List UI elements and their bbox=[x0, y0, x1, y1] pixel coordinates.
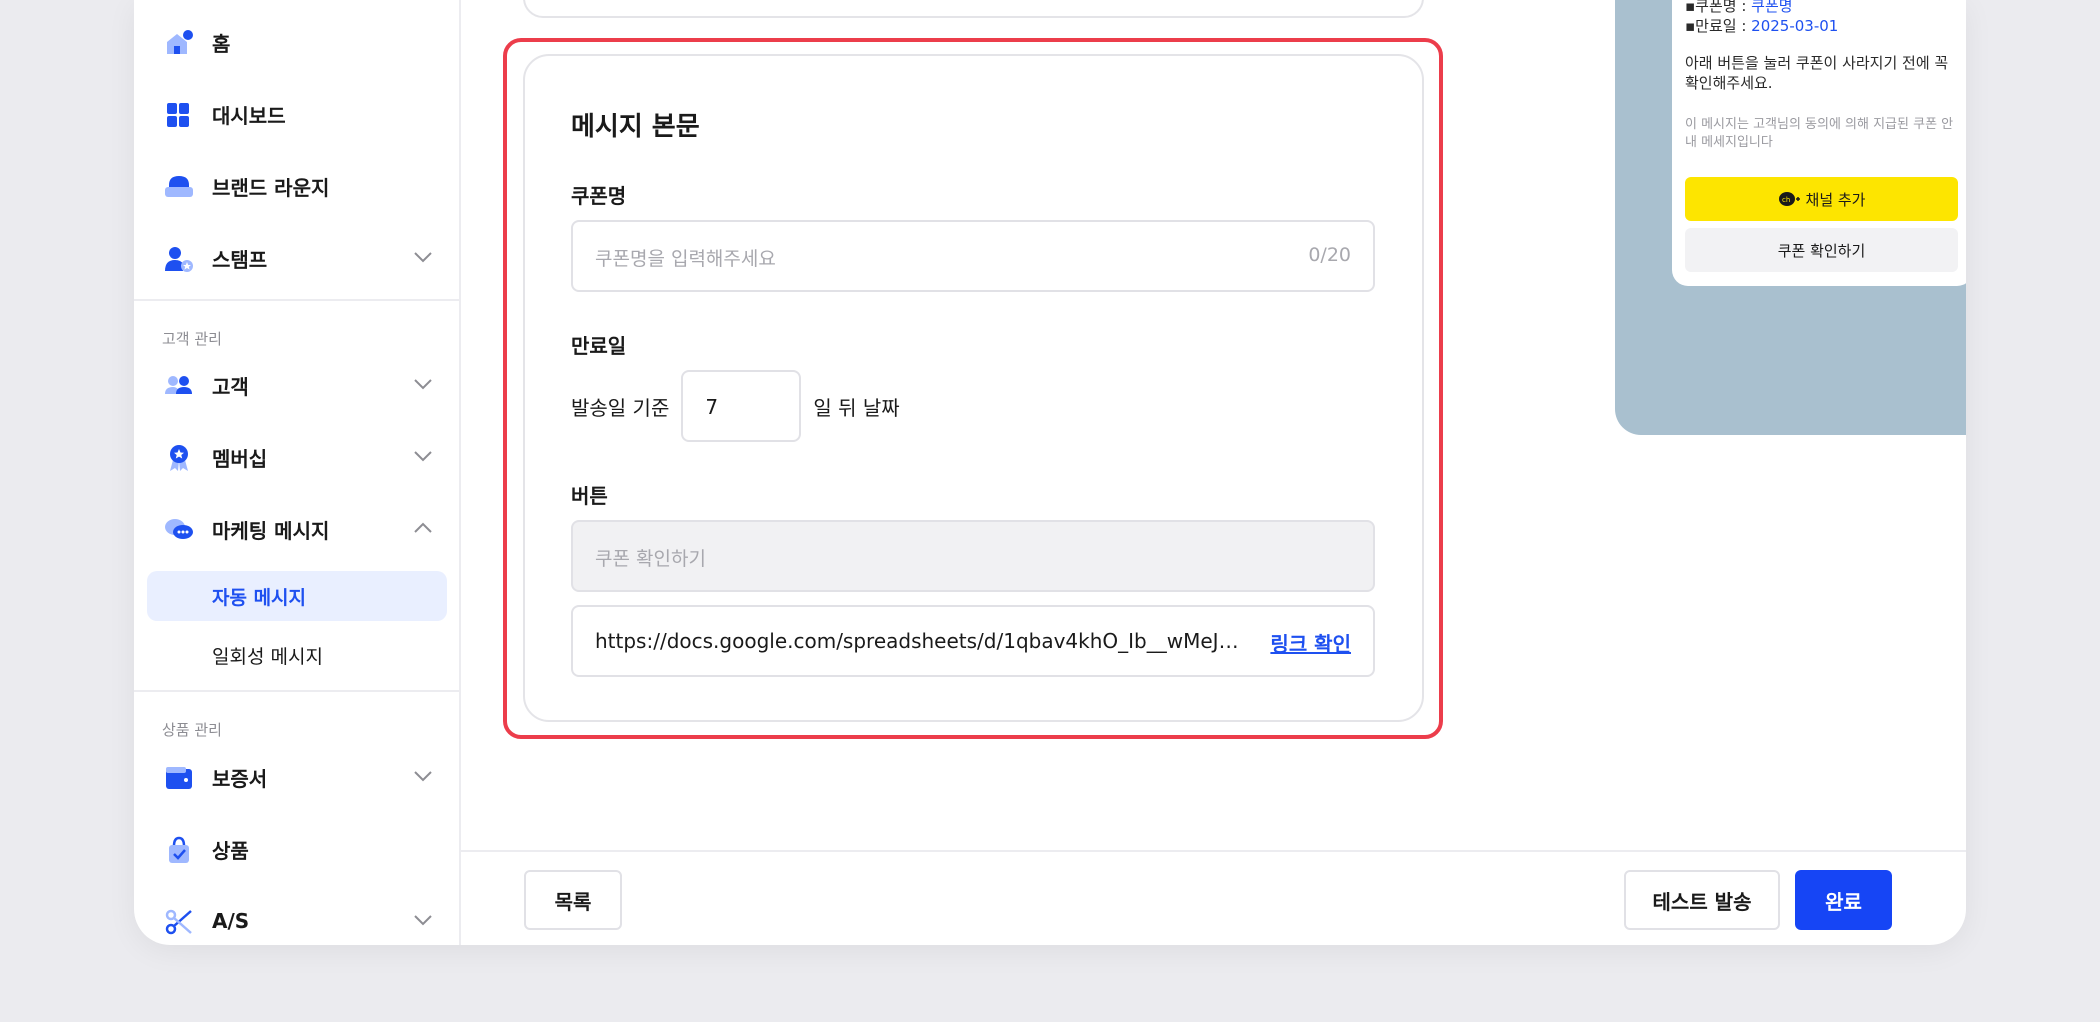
preview-expiry-label: ▪만료일 : bbox=[1685, 17, 1752, 35]
preview-check-coupon-button[interactable]: 쿠폰 확인하기 bbox=[1685, 228, 1958, 272]
coupon-name-placeholder: 쿠폰명을 입력해주세요 bbox=[595, 248, 776, 270]
shopping-bag-icon bbox=[169, 836, 189, 863]
preview-expiry-value: 2025-03-01 bbox=[1751, 17, 1839, 35]
home-icon bbox=[167, 30, 193, 54]
dashboard-icon bbox=[167, 103, 189, 127]
footer-bar: 목록 테스트 발송 완료 bbox=[461, 850, 1966, 945]
expiry-days-input[interactable]: 7 bbox=[681, 370, 802, 442]
button-text-placeholder: 쿠폰 확인하기 bbox=[595, 548, 706, 570]
expiry-prefix: 발송일 기준 bbox=[571, 395, 670, 420]
users-icon bbox=[165, 376, 192, 394]
link-check-button[interactable]: 링크 확인 bbox=[1270, 628, 1351, 657]
sidebar-item-label: 멤버십 bbox=[212, 446, 268, 471]
section-title-product: 상품 관리 bbox=[162, 721, 222, 739]
sidebar-item-membership[interactable]: 멤버십 bbox=[148, 432, 448, 482]
message-preview: ▪쿠폰명 : 쿠폰명 ▪만료일 : 2025-03-01 아래 버튼을 눌러 쿠… bbox=[1615, 0, 1966, 435]
add-channel-label: 채널 추가 bbox=[1805, 190, 1866, 209]
kakao-channel-icon: ch bbox=[1778, 192, 1800, 206]
sidebar-item-stamp[interactable]: 스탬프 bbox=[148, 233, 448, 283]
preview-body-text: 아래 버튼을 눌러 쿠폰이 사라지기 전에 꼭 확인해주세요. bbox=[1685, 54, 1949, 92]
sidebar-item-label: 브랜드 라운지 bbox=[212, 175, 330, 200]
character-counter: 0/20 bbox=[1308, 244, 1351, 266]
sofa-icon bbox=[165, 176, 193, 197]
chevron-down-icon bbox=[414, 379, 432, 390]
sidebar-item-label: 마케팅 메시지 bbox=[212, 518, 330, 543]
app-window: 홈 대시보드 브랜드 라운지 스탬프 고객 관리 고객 멤버십 마케팅 메시지 … bbox=[134, 0, 1966, 945]
chat-bubbles-icon bbox=[165, 519, 193, 539]
svg-text:ch: ch bbox=[1782, 196, 1790, 204]
sidebar-item-home[interactable]: 홈 bbox=[148, 17, 448, 67]
chevron-up-icon bbox=[414, 522, 432, 533]
sidebar-item-label: 스탬프 bbox=[212, 247, 268, 272]
section-title-customer: 고객 관리 bbox=[162, 330, 222, 348]
button-url-input[interactable]: https://docs.google.com/spreadsheets/d/1… bbox=[571, 605, 1375, 677]
sidebar-item-label: A/S bbox=[212, 909, 250, 933]
preview-note: 이 메시지는 고객님의 동의에 의해 지급된 쿠폰 안내 메세지입니다 bbox=[1685, 117, 1954, 150]
preview-coupon-name-value: 쿠폰명 bbox=[1751, 0, 1793, 15]
complete-button[interactable]: 완료 bbox=[1795, 870, 1892, 930]
sidebar-item-label: 고객 bbox=[212, 374, 249, 399]
button-label: 버튼 bbox=[571, 484, 608, 508]
sidebar-item-brand-lounge[interactable]: 브랜드 라운지 bbox=[148, 161, 448, 211]
sidebar-item-label: 상품 bbox=[212, 838, 249, 863]
sidebar-item-label: 대시보드 bbox=[212, 103, 286, 128]
sidebar-item-customer[interactable]: 고객 bbox=[148, 360, 448, 410]
coupon-name-input[interactable]: 쿠폰명을 입력해주세요 0/20 bbox=[571, 220, 1375, 292]
expiry-suffix: 일 뒤 날짜 bbox=[813, 395, 900, 420]
preview-check-coupon-label: 쿠폰 확인하기 bbox=[1777, 241, 1866, 260]
sidebar-item-label: 보증서 bbox=[212, 766, 268, 791]
list-button[interactable]: 목록 bbox=[524, 870, 622, 930]
stamp-user-icon bbox=[165, 247, 193, 272]
sidebar-item-label: 홈 bbox=[212, 31, 231, 56]
sidebar-subitem-label: 일회성 메시지 bbox=[212, 645, 323, 668]
sidebar-divider bbox=[134, 690, 460, 692]
sidebar-item-product[interactable]: 상품 bbox=[148, 824, 448, 874]
sidebar-item-dashboard[interactable]: 대시보드 bbox=[148, 89, 448, 139]
main-content: 메시지 본문 쿠폰명 쿠폰명을 입력해주세요 0/20 만료일 발송일 기준 7… bbox=[461, 0, 1966, 945]
membership-badge-icon bbox=[170, 445, 188, 471]
button-text-input: 쿠폰 확인하기 bbox=[571, 520, 1375, 592]
chevron-down-icon bbox=[414, 252, 432, 263]
sidebar: 홈 대시보드 브랜드 라운지 스탬프 고객 관리 고객 멤버십 마케팅 메시지 … bbox=[134, 0, 461, 945]
preview-coupon-name: ▪쿠폰명 : 쿠폰명 bbox=[1685, 0, 1793, 16]
test-send-button[interactable]: 테스트 발송 bbox=[1624, 870, 1780, 930]
sidebar-subitem-label: 자동 메시지 bbox=[212, 586, 307, 609]
preview-bubble: ▪쿠폰명 : 쿠폰명 ▪만료일 : 2025-03-01 아래 버튼을 눌러 쿠… bbox=[1672, 0, 1966, 286]
message-body-card: 메시지 본문 쿠폰명 쿠폰명을 입력해주세요 0/20 만료일 발송일 기준 7… bbox=[523, 54, 1424, 722]
chevron-down-icon bbox=[414, 771, 432, 782]
scissors-icon bbox=[165, 909, 192, 935]
expiry-days-value: 7 bbox=[705, 395, 719, 419]
preview-expiry: ▪만료일 : 2025-03-01 bbox=[1685, 15, 1838, 36]
expiry-label: 만료일 bbox=[571, 334, 627, 358]
expiry-row: 발송일 기준 7 일 뒤 날짜 bbox=[571, 370, 900, 442]
sidebar-item-warranty[interactable]: 보증서 bbox=[148, 752, 448, 802]
card-title: 메시지 본문 bbox=[571, 112, 700, 142]
wallet-icon bbox=[166, 767, 192, 789]
previous-card bbox=[523, 0, 1424, 18]
sidebar-item-marketing-message[interactable]: 마케팅 메시지 bbox=[148, 504, 448, 554]
sidebar-subitem-auto-message[interactable]: 자동 메시지 bbox=[147, 571, 447, 621]
preview-coupon-name-label: ▪쿠폰명 : bbox=[1685, 0, 1752, 15]
chevron-down-icon bbox=[414, 915, 432, 926]
sidebar-divider bbox=[134, 299, 460, 301]
coupon-name-label: 쿠폰명 bbox=[571, 184, 627, 208]
add-channel-button[interactable]: ch 채널 추가 bbox=[1685, 177, 1958, 221]
sidebar-subitem-one-time-message[interactable]: 일회성 메시지 bbox=[147, 630, 447, 680]
button-url-value: https://docs.google.com/spreadsheets/d/1… bbox=[595, 629, 1245, 653]
sidebar-item-as[interactable]: A/S bbox=[148, 896, 448, 945]
chevron-down-icon bbox=[414, 451, 432, 462]
